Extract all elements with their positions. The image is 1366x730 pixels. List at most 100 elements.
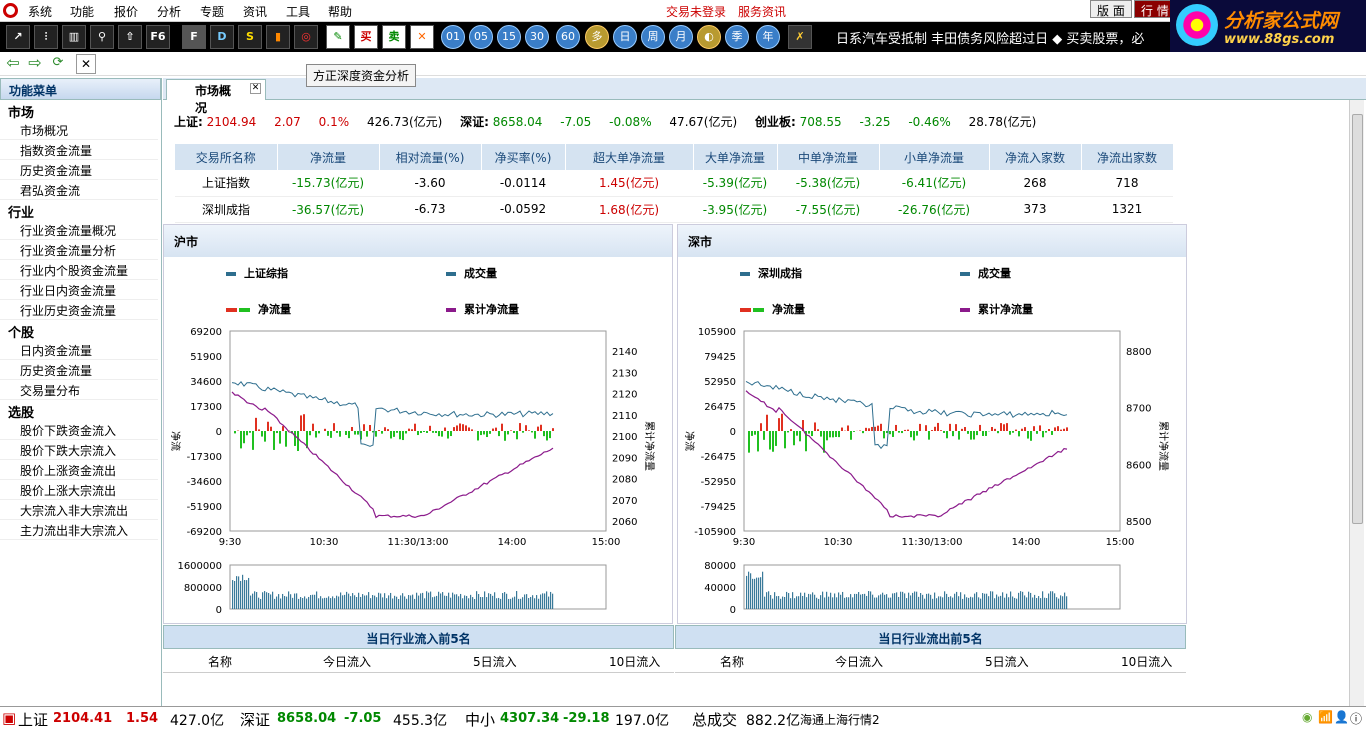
reset-icon[interactable]: ◎ [294,25,318,49]
col-outflow-count[interactable]: 净流出家数 [1081,144,1173,170]
menu-quote[interactable]: 报价 [114,3,138,20]
deep-fund-analysis-icon[interactable]: ✎ [326,25,350,49]
sidebar-group-market[interactable]: 市场 [0,100,161,120]
sell-button[interactable]: 卖 [382,25,406,49]
refresh-icon[interactable]: ⟳ [48,54,68,74]
sidebar-item-screen-6[interactable]: 主力流出非大宗流入 [0,520,158,540]
period-week-button[interactable]: 周 [641,25,665,49]
brand-name: 分析家公式网 [1224,6,1338,33]
sidebar-group-screener[interactable]: 选股 [0,400,161,420]
sidebar-item-industry-stock-flow[interactable]: 行业内个股资金流量 [0,260,158,280]
period-05-button[interactable]: 05 [469,25,493,49]
col-5day[interactable]: 5日流入 [985,653,1029,670]
menu-function[interactable]: 功能 [70,3,94,20]
volume-bar [282,594,283,609]
sidebar-item-industry-analysis[interactable]: 行业资金流量分析 [0,240,158,260]
sidebar-item-screen-3[interactable]: 股价上涨资金流出 [0,460,158,480]
sidebar-item-intraday-flow[interactable]: 日内资金流量 [0,340,158,360]
col-net-buy-rate[interactable]: 净买率(%) [481,144,565,170]
bar-chart-icon[interactable]: ▥ [62,25,86,49]
vertical-scrollbar[interactable] [1349,100,1364,706]
volume-bar [908,593,909,609]
service-news-link[interactable]: 服务资讯 [738,3,786,20]
col-large-order[interactable]: 大单净流量 [693,144,777,170]
period-quarter-button[interactable]: 季 [725,25,749,49]
sz-flow-chart[interactable]: 1059007942552950264750-26475-52950-79425… [678,325,1188,615]
menu-tools[interactable]: 工具 [286,3,310,20]
period-15-button[interactable]: 15 [497,25,521,49]
back-arrow-icon[interactable]: ⇦ [3,54,23,74]
sidebar-item-history-flow[interactable]: 历史资金流量 [0,160,158,180]
close-icon[interactable]: ✕ [76,54,96,74]
period-day-button[interactable]: 日 [613,25,637,49]
search-icon[interactable]: ⚲ [90,25,114,49]
period-month-button[interactable]: 月 [669,25,693,49]
sidebar-group-industry[interactable]: 行业 [0,200,161,220]
period-60-button[interactable]: 60 [556,25,580,49]
period-multi-button[interactable]: 多 [585,25,609,49]
volume-bar [764,597,765,609]
sh-flow-chart[interactable]: 692005190034600173000-17300-34600-51900-… [164,325,674,615]
buy-button[interactable]: 买 [354,25,378,49]
menu-topic[interactable]: 专题 [200,3,224,20]
period-season-icon[interactable]: ◐ [697,25,721,49]
login-status-link[interactable]: 交易未登录 [666,3,726,20]
scrollbar-thumb[interactable] [1352,114,1363,524]
col-10day[interactable]: 10日流入 [1121,653,1172,670]
y-left-tick-label: -34600 [187,477,222,488]
fio-icon[interactable]: F [182,25,206,49]
y-left-tick-label: 69200 [190,327,222,338]
volume-bar [334,598,335,609]
col-today[interactable]: 今日流入 [323,653,371,670]
col-small-order[interactable]: 小单净流量 [879,144,989,170]
ddx-icon[interactable]: D [210,25,234,49]
sidebar-item-screen-5[interactable]: 大宗流入非大宗流出 [0,500,158,520]
tab-market-overview[interactable]: 市场概况 ✕ [166,79,266,100]
col-exchange[interactable]: 交易所名称 [175,144,277,170]
f6-button[interactable]: F6 [146,25,170,49]
chart-line-icon[interactable]: ↗ [6,25,30,49]
sidebar-item-industry-intraday[interactable]: 行业日内资金流量 [0,280,158,300]
forward-arrow-icon[interactable]: ⇨ [25,54,45,74]
sidebar-item-industry-overview[interactable]: 行业资金流量概况 [0,220,158,240]
col-relative-flow[interactable]: 相对流量(%) [379,144,481,170]
table-row[interactable]: 上证指数 -15.73(亿元) -3.60 -0.0114 1.45(亿元) -… [175,170,1173,196]
cancel-order-icon[interactable]: ✕ [410,25,434,49]
status-indicator-icon: ▣ [2,709,16,727]
col-5day[interactable]: 5日流入 [473,653,517,670]
col-inflow-count[interactable]: 净流入家数 [989,144,1081,170]
menu-help[interactable]: 帮助 [328,3,352,20]
menu-analysis[interactable]: 分析 [157,3,181,20]
kline-icon[interactable]: ⫶ [34,25,58,49]
col-name[interactable]: 名称 [720,653,744,670]
period-01-button[interactable]: 01 [441,25,465,49]
volume-bars-icon[interactable]: ▮ [266,25,290,49]
news-ticker[interactable]: 日系汽车受抵制 丰田债务风险超过日 ◆ 买卖股票，必 [836,28,1144,47]
col-name[interactable]: 名称 [208,653,232,670]
col-mid-order[interactable]: 中单净流量 [777,144,879,170]
col-net-flow[interactable]: 净流量 [277,144,379,170]
table-row[interactable]: 深圳成指 -36.57(亿元) -6.73 -0.0592 1.68(亿元) -… [175,196,1173,222]
sidebar-item-index-flow[interactable]: 指数资金流量 [0,140,158,160]
sup-icon[interactable]: S [238,25,262,49]
col-today[interactable]: 今日流入 [835,653,883,670]
tab-close-icon[interactable]: ✕ [250,83,261,94]
sidebar-item-screen-4[interactable]: 股价上涨大宗流出 [0,480,158,500]
sidebar-item-volume-distribution[interactable]: 交易量分布 [0,380,158,400]
menu-system[interactable]: 系统 [28,3,52,20]
period-year-button[interactable]: 年 [756,25,780,49]
col-xl-order[interactable]: 超大单净流量 [565,144,693,170]
period-30-button[interactable]: 30 [525,25,549,49]
sidebar-item-industry-history[interactable]: 行业历史资金流量 [0,300,158,320]
sidebar-item-market-overview[interactable]: 市场概况 [0,120,158,140]
col-10day[interactable]: 10日流入 [609,653,660,670]
menu-news[interactable]: 资讯 [243,3,267,20]
sidebar-group-stock[interactable]: 个股 [0,320,161,340]
export-icon[interactable]: ⇧ [118,25,142,49]
sidebar-item-junhong-flow[interactable]: 君弘资金流 [0,180,158,200]
tools-icon[interactable]: ✗ [788,25,812,49]
layout-tab[interactable]: 版 面 [1090,0,1132,18]
sidebar-item-screen-2[interactable]: 股价下跌大宗流入 [0,440,158,460]
sidebar-item-screen-1[interactable]: 股价下跌资金流入 [0,420,158,440]
sidebar-item-stock-history[interactable]: 历史资金流量 [0,360,158,380]
